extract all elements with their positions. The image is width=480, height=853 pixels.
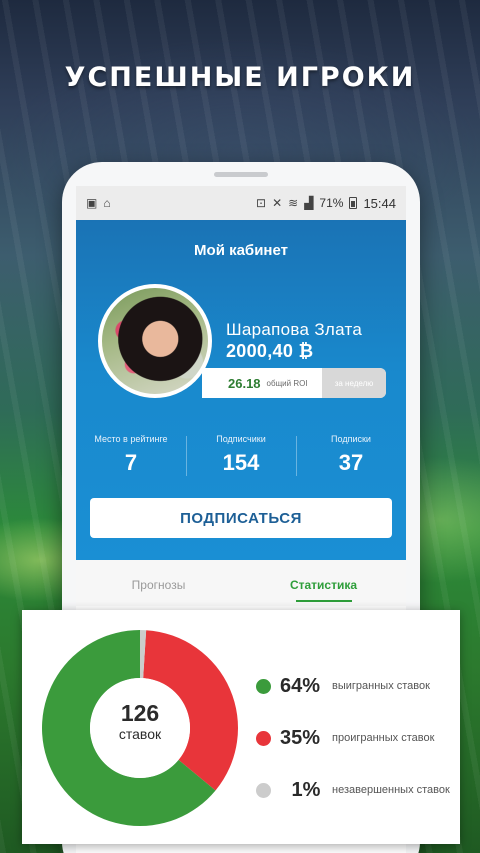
stat-value: 7 [124,450,138,475]
phone-speaker [214,172,268,177]
stat-following[interactable]: Подписки 37 [296,434,406,476]
profile-header: Мой кабинет 26.18 общий ROI за неделю Ша… [76,220,406,560]
tab-statistics[interactable]: Статистика [241,560,406,606]
legend-percent: 64% [280,674,321,697]
status-bar: ▣ ⌂ ⊡ ✕ ≋ ▟ 71% 15:44 [76,186,406,220]
user-name: Шарапова Злата [226,320,363,339]
chart-legend: 64% выигранных ставок 35% проигранных ст… [256,660,450,816]
legend-percent: 35% [280,726,321,749]
wifi-icon: ≋ [288,196,299,210]
roi-badge: 26.18 общий ROI за неделю [202,368,386,398]
roi-period-toggle[interactable]: за неделю [322,368,386,398]
stat-followers[interactable]: Подписчики 154 [186,434,296,476]
legend-percent: 1% [291,778,321,801]
total-bets-value: 126 [120,700,160,726]
tab-forecasts[interactable]: Прогнозы [76,560,241,606]
stat-value: 154 [222,450,260,475]
stat-label: Подписки [331,434,371,444]
promo-headline: УСПЕШНЫЕ ИГРОКИ [64,62,416,93]
tab-bar: Прогнозы Статистика [76,560,406,606]
stat-value: 37 [338,450,364,475]
legend-item-won: 64% выигранных ставок [256,660,450,712]
legend-label: незавершенных ставок [332,784,450,796]
bag-icon: ⌂ [103,196,111,210]
battery-icon [349,197,358,209]
user-balance: 2000,40 ₿ [226,341,314,361]
legend-label: проигранных ставок [332,732,435,744]
subscribe-button[interactable]: ПОДПИСАТЬСЯ [90,498,392,538]
legend-dot-won [256,678,271,694]
total-bets-label: ставок [118,726,162,742]
lock-icon: ⊡ [256,196,267,210]
signal-icon: ▟ [304,196,314,210]
gallery-icon: ▣ [86,196,98,210]
legend-dot-pending [256,782,271,798]
legend-item-pending: 1% незавершенных ставок [256,764,450,816]
page-title: Мой кабинет [194,242,288,259]
stat-label: Подписчики [216,434,266,444]
avatar[interactable] [98,284,212,398]
statistics-card: 126 ставок 64% выигранных ставок 35% про… [22,610,460,844]
legend-label: выигранных ставок [332,680,430,692]
roi-value: 26.18 [228,375,261,391]
legend-dot-lost [256,730,271,746]
legend-item-lost: 35% проигранных ставок [256,712,450,764]
donut-center: 126 ставок [90,700,190,743]
battery-percent: 71% [319,196,344,210]
profile-stats: Место в рейтинге 7 Подписчики 154 Подпис… [76,434,406,476]
stat-rank: Место в рейтинге 7 [76,434,186,476]
stat-label: Место в рейтинге [94,434,168,444]
mute-icon: ✕ [272,196,283,210]
roi-label: общий ROI [266,378,308,388]
clock: 15:44 [363,195,396,211]
